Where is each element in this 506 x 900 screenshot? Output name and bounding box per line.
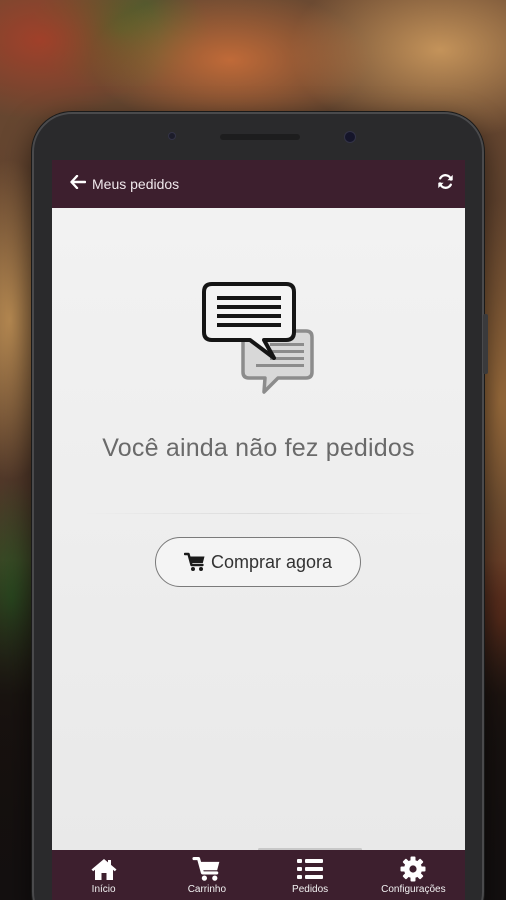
list-icon <box>296 856 324 882</box>
orders-empty-state: Você ainda não fez pedidos Comprar agora <box>52 208 465 850</box>
refresh-icon <box>437 173 454 195</box>
phone-speaker <box>220 134 300 140</box>
nav-item-inicio[interactable]: Início <box>52 850 155 900</box>
home-icon <box>90 856 118 882</box>
buy-now-label: Comprar agora <box>210 551 333 572</box>
nav-label-inicio: Início <box>91 884 116 895</box>
phone-sensor <box>168 132 176 140</box>
cart-icon <box>192 856 222 882</box>
nav-label-configuracoes: Configurações <box>381 884 446 895</box>
app-bar: Meus pedidos <box>52 160 465 208</box>
arrow-left-icon <box>70 174 87 194</box>
shopping-cart-icon <box>183 552 206 572</box>
nav-label-pedidos: Pedidos <box>292 884 329 895</box>
nav-item-pedidos[interactable]: Pedidos <box>259 850 362 900</box>
nav-item-configuracoes[interactable]: Configurações <box>362 850 465 900</box>
nav-label-carrinho: Carrinho <box>187 884 227 895</box>
phone-front-camera <box>344 131 356 143</box>
gear-icon <box>400 856 426 882</box>
chat-bubbles-icon <box>202 280 318 402</box>
phone-side-button <box>483 314 488 374</box>
nav-item-carrinho[interactable]: Carrinho <box>155 850 258 900</box>
refresh-button[interactable] <box>433 172 457 196</box>
page-title: Meus pedidos <box>92 176 180 192</box>
back-button[interactable] <box>52 160 87 208</box>
app-screen: Meus pedidos Você ainda não fez pedidos … <box>52 160 465 900</box>
divider <box>82 513 435 514</box>
empty-orders-message: Você ainda não fez pedidos <box>102 434 415 462</box>
buy-now-button[interactable]: Comprar agora <box>155 537 361 587</box>
bottom-navigation: Início Carrinho Pedidos Configurações <box>52 850 465 900</box>
